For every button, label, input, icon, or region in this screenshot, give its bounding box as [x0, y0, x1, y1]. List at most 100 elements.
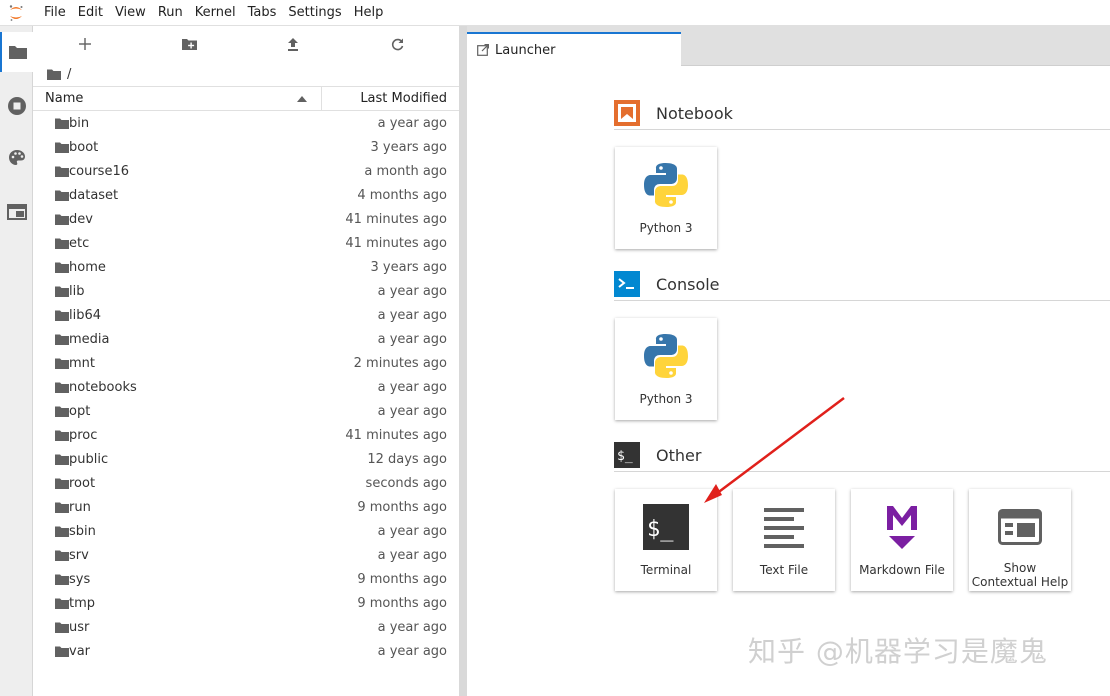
file-modified: a year ago: [377, 307, 447, 323]
refresh-button[interactable]: [345, 26, 449, 62]
file-list: bin a year ago boot 3 years ago course16 a mo…: [33, 111, 459, 663]
new-folder-button[interactable]: [137, 26, 241, 62]
folder-icon: [46, 238, 69, 249]
file-name: sbin: [69, 523, 96, 539]
new-launcher-button[interactable]: [33, 26, 137, 62]
tab-launcher-label: Launcher: [495, 42, 556, 58]
file-row-mnt[interactable]: mnt 2 minutes ago: [33, 351, 459, 375]
launcher-icon: [477, 44, 489, 56]
file-row-sys[interactable]: sys 9 months ago: [33, 567, 459, 591]
name-column-header[interactable]: Name: [33, 87, 322, 110]
console-section-header: Console: [614, 271, 720, 297]
file-row-lib64[interactable]: lib64 a year ago: [33, 303, 459, 327]
file-row-bin[interactable]: bin a year ago: [33, 111, 459, 135]
file-row-sbin[interactable]: sbin a year ago: [33, 519, 459, 543]
file-browser-toolbar: [33, 26, 459, 62]
file-row-public[interactable]: public 12 days ago: [33, 447, 459, 471]
file-row-dataset[interactable]: dataset 4 months ago: [33, 183, 459, 207]
file-modified: 3 years ago: [370, 139, 447, 155]
file-modified: a year ago: [377, 115, 447, 131]
notebook-python3-card[interactable]: Python 3: [615, 147, 717, 249]
file-browser: / Name Last Modified bin a year ago boot 3 …: [33, 26, 459, 696]
file-modified: 2 minutes ago: [353, 355, 447, 371]
plus-icon: [79, 38, 91, 50]
markdown-icon: [885, 499, 919, 555]
file-modified: 4 months ago: [357, 187, 447, 203]
folder-icon: [46, 646, 69, 657]
terminal-card[interactable]: $_ Terminal: [615, 489, 717, 591]
other-section-header: $_ Other: [614, 442, 701, 468]
terminal-label: Terminal: [640, 563, 692, 577]
file-modified: 9 months ago: [357, 595, 447, 611]
file-row-srv[interactable]: srv a year ago: [33, 543, 459, 567]
menu-settings[interactable]: Settings: [282, 0, 347, 26]
file-row-etc[interactable]: etc 41 minutes ago: [33, 231, 459, 255]
folder-icon: [46, 286, 69, 297]
file-row-proc[interactable]: proc 41 minutes ago: [33, 423, 459, 447]
markdown-file-card[interactable]: Markdown File: [851, 489, 953, 591]
file-row-media[interactable]: media a year ago: [33, 327, 459, 351]
file-name: course16: [69, 163, 129, 179]
contextual-help-card[interactable]: Show Contextual Help: [969, 489, 1071, 591]
tab-launcher[interactable]: Launcher: [467, 32, 681, 66]
file-modified: a year ago: [377, 283, 447, 299]
file-modified: 41 minutes ago: [345, 235, 447, 251]
file-row-opt[interactable]: opt a year ago: [33, 399, 459, 423]
tabs-tab[interactable]: [0, 192, 33, 232]
watermark: 知乎 @机器学习是魔鬼: [748, 635, 1048, 668]
file-modified: a year ago: [377, 547, 447, 563]
menu-kernel[interactable]: Kernel: [189, 0, 242, 26]
folder-icon: [8, 46, 27, 59]
file-row-dev[interactable]: dev 41 minutes ago: [33, 207, 459, 231]
sort-ascending-icon: [297, 95, 307, 102]
folder-icon: [46, 406, 69, 417]
menu-view[interactable]: View: [109, 0, 152, 26]
folder-icon: [46, 574, 69, 585]
text-file-card[interactable]: Text File: [733, 489, 835, 591]
folder-icon: [46, 214, 69, 225]
file-row-course16[interactable]: course16 a month ago: [33, 159, 459, 183]
file-modified: 9 months ago: [357, 571, 447, 587]
file-modified: 12 days ago: [367, 451, 447, 467]
file-name: lib: [69, 283, 85, 299]
home-folder-icon[interactable]: [47, 69, 61, 80]
folder-icon: [46, 190, 69, 201]
file-row-lib[interactable]: lib a year ago: [33, 279, 459, 303]
file-browser-tab[interactable]: [0, 32, 33, 72]
main-area: Launcher Notebook Python 3 Console Pytho…: [467, 26, 1110, 696]
file-row-tmp[interactable]: tmp 9 months ago: [33, 591, 459, 615]
file-row-notebooks[interactable]: notebooks a year ago: [33, 375, 459, 399]
file-name: tmp: [69, 595, 96, 611]
file-row-usr[interactable]: usr a year ago: [33, 615, 459, 639]
menu-edit[interactable]: Edit: [72, 0, 109, 26]
file-row-var[interactable]: var a year ago: [33, 639, 459, 663]
file-name: var: [69, 643, 91, 659]
menu-run[interactable]: Run: [152, 0, 189, 26]
file-row-boot[interactable]: boot 3 years ago: [33, 135, 459, 159]
folder-icon: [46, 478, 69, 489]
folder-icon: [46, 430, 69, 441]
last-modified-column-header[interactable]: Last Modified: [322, 91, 459, 106]
menu-help[interactable]: Help: [348, 0, 390, 26]
upload-button[interactable]: [241, 26, 345, 62]
breadcrumb-path[interactable]: /: [67, 67, 71, 82]
console-python3-card[interactable]: Python 3: [615, 318, 717, 420]
menu-tabs[interactable]: Tabs: [242, 0, 283, 26]
folder-icon: [46, 262, 69, 273]
file-modified: 41 minutes ago: [345, 211, 447, 227]
file-name: srv: [69, 547, 89, 563]
file-row-root[interactable]: root seconds ago: [33, 471, 459, 495]
tabs-icon: [6, 204, 27, 220]
notebook-divider: [614, 129, 1110, 130]
panel-splitter[interactable]: [459, 26, 467, 696]
property-inspector-tab[interactable]: [0, 138, 33, 178]
file-name: opt: [69, 403, 91, 419]
menu-file[interactable]: File: [38, 0, 72, 26]
folder-icon: [46, 358, 69, 369]
running-sessions-tab[interactable]: [0, 86, 33, 126]
file-name: media: [69, 331, 110, 347]
file-row-run[interactable]: run 9 months ago: [33, 495, 459, 519]
folder-icon: [46, 310, 69, 321]
file-name: notebooks: [69, 379, 137, 395]
file-row-home[interactable]: home 3 years ago: [33, 255, 459, 279]
